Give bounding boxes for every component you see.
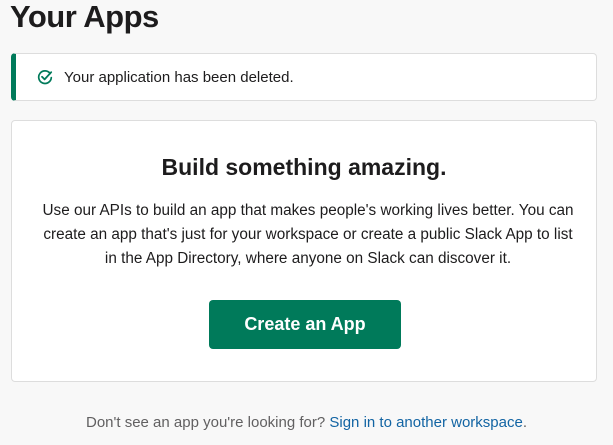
page-title: Your Apps <box>10 0 159 34</box>
footer: Don't see an app you're looking for? Sig… <box>0 414 613 431</box>
card-description: Use our APIs to build an app that makes … <box>42 202 574 267</box>
create-app-card: Build something amazing. Use our APIs to… <box>11 120 597 382</box>
page: Your Apps Your application has been dele… <box>0 0 613 445</box>
sign-in-another-workspace-link[interactable]: Sign in to another workspace <box>329 414 522 431</box>
card-title: Build something amazing. <box>161 154 447 180</box>
check-circle-icon <box>37 69 53 85</box>
success-alert: Your application has been deleted. <box>11 53 597 101</box>
footer-suffix: . <box>522 414 527 431</box>
create-app-button[interactable]: Create an App <box>209 300 401 349</box>
footer-prompt: Don't see an app you're looking for? <box>85 414 330 431</box>
alert-message: Your application has been deleted. <box>64 68 294 86</box>
